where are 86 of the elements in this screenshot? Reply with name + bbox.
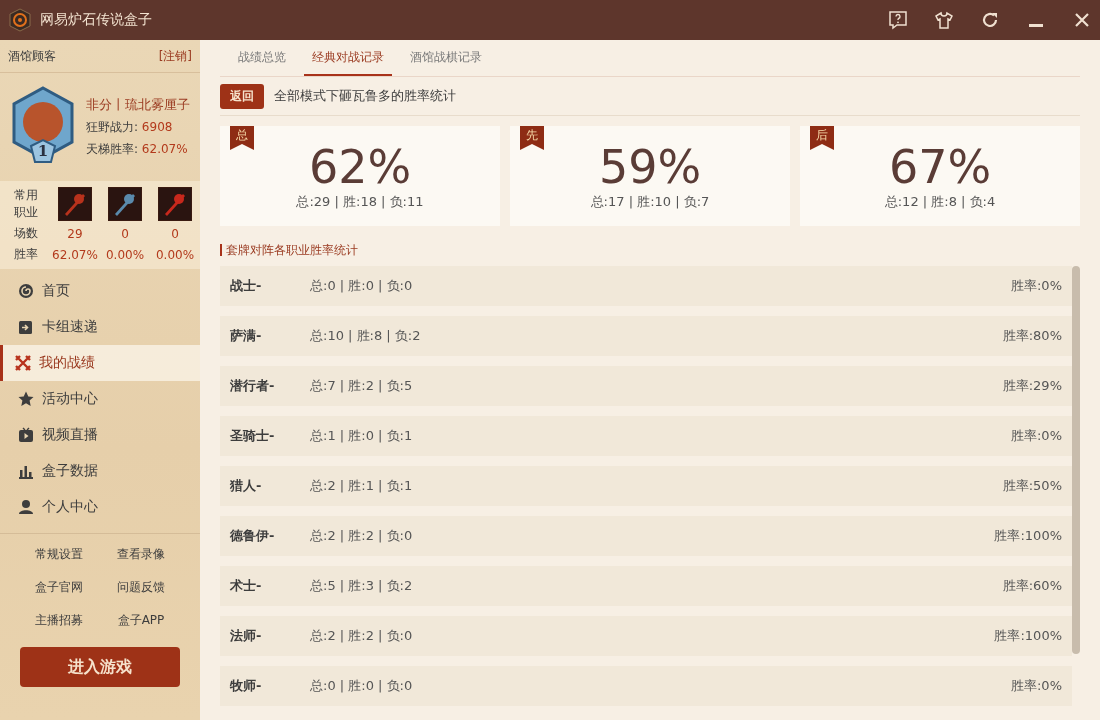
app-logo-icon <box>8 8 32 32</box>
class-name: 牧师- <box>230 677 263 695</box>
matchup-winrate: 胜率:50% <box>1002 477 1062 495</box>
matchup-record: 总:10 | 胜:8 | 负:2 <box>310 327 422 345</box>
class-emblem-icon <box>108 187 142 221</box>
matchup-winrate: 胜率:60% <box>1002 577 1062 595</box>
nav-item[interactable]: 我的战绩 <box>0 345 200 381</box>
matchup-winrate: 胜率:100% <box>994 627 1062 645</box>
footer-link[interactable]: 问题反馈 <box>117 579 165 596</box>
class-name: 德鲁伊- <box>230 527 276 545</box>
matchup-record: 总:5 | 胜:3 | 负:2 <box>310 577 414 595</box>
footer-link[interactable]: 常规设置 <box>35 546 83 563</box>
class-emblem-icon <box>58 187 92 221</box>
footer-link[interactable]: 主播招募 <box>35 612 83 629</box>
footer-link[interactable]: 盒子官网 <box>35 579 83 596</box>
matchup-record: 总:0 | 胜:0 | 负:0 <box>310 677 414 695</box>
win-loss-record: 总:12 | 胜:8 | 负:4 <box>884 193 996 211</box>
matchup-record: 总:1 | 胜:0 | 负:1 <box>310 427 414 445</box>
matchup-winrate: 胜率:29% <box>1002 377 1062 395</box>
matchup-record: 总:7 | 胜:2 | 负:5 <box>310 377 414 395</box>
logout-link[interactable]: [注销] <box>158 47 192 65</box>
games-label: 场数 <box>14 225 39 242</box>
help-icon[interactable] <box>888 10 908 30</box>
win-loss-record: 总:29 | 胜:18 | 负:11 <box>296 193 424 211</box>
class-name: 战士- <box>230 277 263 295</box>
win-percent: 62% <box>308 141 412 193</box>
win-percent: 59% <box>598 141 702 193</box>
class-name: 萨满- <box>230 327 263 345</box>
matchup-record: 总:2 | 胜:1 | 负:1 <box>310 477 414 495</box>
card-ribbon: 后 <box>810 126 834 150</box>
bar-chart-icon <box>18 463 34 479</box>
footer-link[interactable]: 查看录像 <box>117 546 165 563</box>
player-stat: 狂野战力: 6908 <box>86 119 174 136</box>
player-stat: 天梯胜率: 62.07% <box>86 141 189 158</box>
player-nickname: 非分丨琉北雾厘子 <box>86 96 190 114</box>
class-name: 圣骑士- <box>230 427 276 445</box>
class-winrate: 0.00% <box>155 247 195 262</box>
scrollbar[interactable] <box>1072 266 1080 654</box>
class-name: 法师- <box>230 627 263 645</box>
refresh-icon[interactable] <box>980 10 1000 30</box>
matchup-winrate: 胜率:80% <box>1002 327 1062 345</box>
crossed-swords-icon <box>15 355 31 371</box>
nav-item[interactable]: 视频直播 <box>0 417 200 453</box>
win-percent: 67% <box>888 141 992 193</box>
nav-item[interactable]: 首页 <box>0 273 200 309</box>
class-name: 猎人- <box>230 477 263 495</box>
matchup-winrate: 胜率:100% <box>994 527 1062 545</box>
star-icon <box>18 391 34 407</box>
card-ribbon: 先 <box>520 126 544 150</box>
matchup-winrate: 胜率:0% <box>1011 277 1062 295</box>
tab[interactable]: 战绩总览 <box>230 40 294 76</box>
games-count: 0 <box>171 226 179 241</box>
nav-item[interactable]: 卡组速递 <box>0 309 200 345</box>
tab[interactable]: 经典对战记录 <box>304 40 392 76</box>
card-ribbon: 总 <box>230 126 254 150</box>
class-emblem-icon <box>158 187 192 221</box>
nav-item[interactable]: 个人中心 <box>0 489 200 525</box>
footer-link[interactable]: 盒子APP <box>117 612 165 629</box>
matchup-winrate: 胜率:0% <box>1011 677 1062 695</box>
nav-item[interactable]: 盒子数据 <box>0 453 200 489</box>
section-title: 套牌对阵各职业胜率统计 <box>220 244 1080 256</box>
class-name: 潜行者- <box>230 377 276 395</box>
class-name: 术士- <box>230 577 263 595</box>
win-loss-record: 总:17 | 胜:10 | 负:7 <box>590 193 710 211</box>
games-count: 0 <box>121 226 129 241</box>
tv-icon <box>18 427 34 443</box>
window-title: 网易炉石传说盒子 <box>40 11 153 29</box>
swirl-icon <box>18 283 34 299</box>
rank-number: 1 <box>36 142 50 162</box>
page-heading: 全部模式下砸瓦鲁多的胜率统计 <box>274 87 456 105</box>
class-winrate: 62.07% <box>52 247 98 262</box>
classes-label: 常用职业 <box>14 187 39 221</box>
tab[interactable]: 酒馆战棋记录 <box>402 40 490 76</box>
matchup-record: 总:2 | 胜:2 | 负:0 <box>310 627 414 645</box>
matchup-winrate: 胜率:0% <box>1011 427 1062 445</box>
nav-item[interactable]: 活动中心 <box>0 381 200 417</box>
winrate-label: 胜率 <box>14 246 39 263</box>
account-name: 酒馆顾客 <box>8 47 56 65</box>
matchup-record: 总:0 | 胜:0 | 负:0 <box>310 277 414 295</box>
class-winrate: 0.00% <box>105 247 145 262</box>
play-button[interactable]: 进入游戏 <box>20 647 180 687</box>
games-count: 29 <box>67 226 83 241</box>
shirt-icon[interactable] <box>934 10 954 30</box>
matchup-record: 总:2 | 胜:2 | 负:0 <box>310 527 414 545</box>
person-icon <box>18 499 34 515</box>
back-button[interactable]: 返回 <box>220 83 264 109</box>
